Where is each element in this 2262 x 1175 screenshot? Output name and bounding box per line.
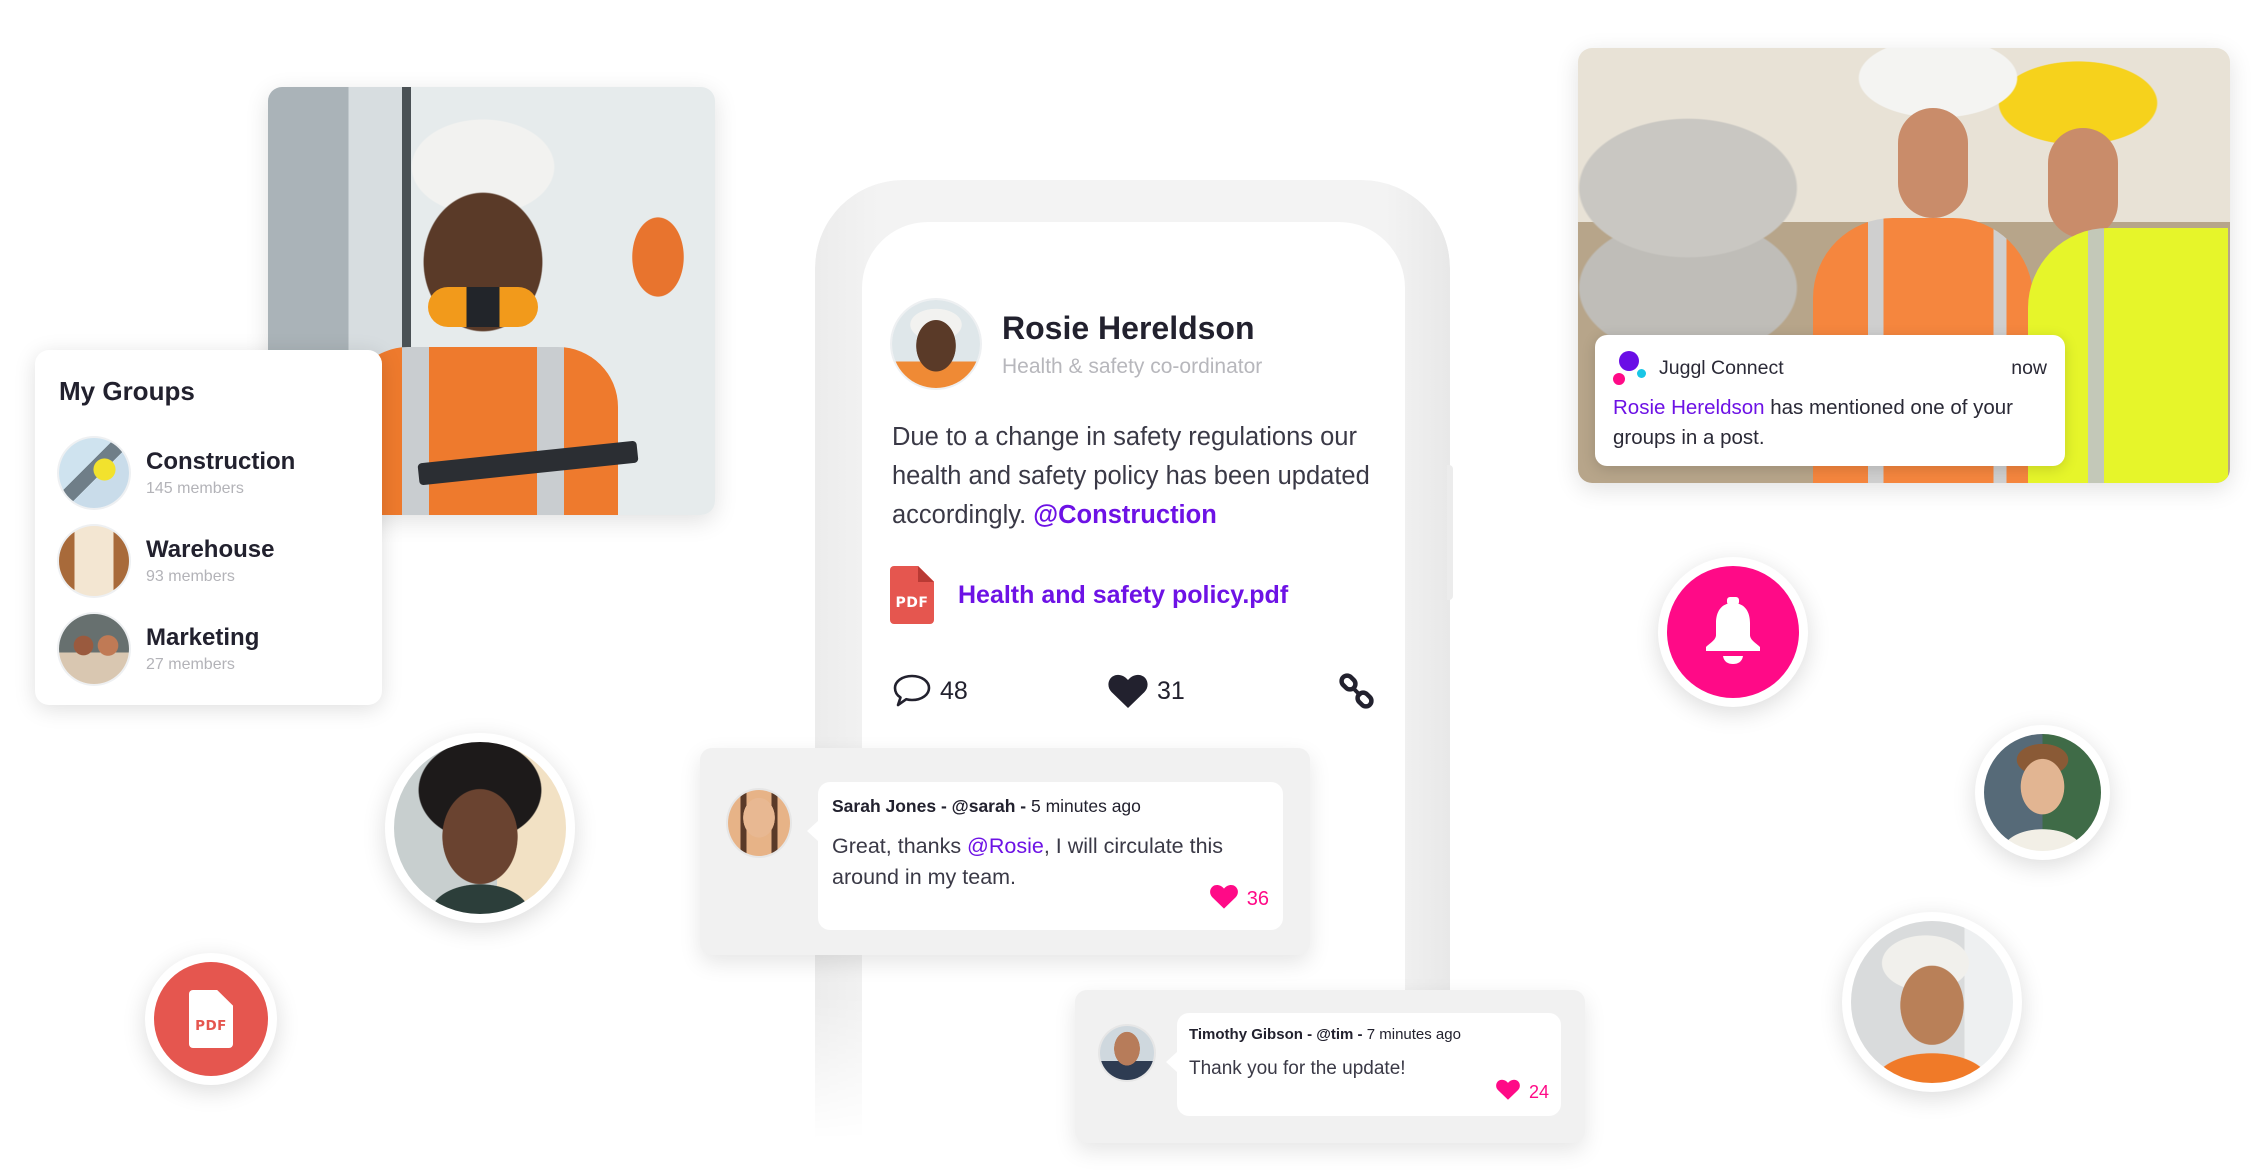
comment-like-button[interactable]: 36 <box>1209 883 1269 916</box>
copy-link-button[interactable] <box>1337 672 1377 712</box>
comment-time: 5 minutes ago <box>1030 796 1141 816</box>
group-member-count: 145 members <box>146 479 244 497</box>
bell-icon <box>1700 595 1766 670</box>
comment-count: 48 <box>940 676 968 705</box>
user-mention-link[interactable]: @Rosie <box>967 834 1044 858</box>
group-item-construction[interactable]: Construction 145 members <box>59 429 358 517</box>
pdf-document-button[interactable]: PDF <box>145 953 277 1085</box>
group-item-warehouse[interactable]: Warehouse 93 members <box>59 517 358 605</box>
earmuffs-shape <box>428 287 538 327</box>
group-name: Marketing <box>146 624 260 652</box>
group-member-count: 93 members <box>146 567 235 585</box>
safety-vest-shape <box>348 347 618 515</box>
group-name: Warehouse <box>146 536 275 564</box>
post-header: Rosie Hereldson Health & safety co-ordin… <box>892 300 1262 388</box>
user-avatar-woman[interactable] <box>385 733 575 923</box>
comment-like-count: 36 <box>1246 888 1269 910</box>
commenter-name[interactable]: Sarah Jones <box>832 796 936 816</box>
comment-bubble: Sarah Jones - @sarah - 5 minutes ago Gre… <box>807 782 1283 930</box>
post-actions: 48 31 <box>892 672 1382 714</box>
push-notification[interactable]: Juggl Connect now Rosie Hereldson has me… <box>1595 335 2065 466</box>
like-count: 31 <box>1157 676 1185 705</box>
pdf-file-icon: PDF <box>890 566 934 624</box>
commenter-handle[interactable]: @tim <box>1316 1026 1353 1043</box>
link-icon <box>1337 672 1377 712</box>
notification-app-name: Juggl Connect <box>1659 356 1784 379</box>
notifications-bell-button[interactable] <box>1658 557 1808 707</box>
comment-text: Great, thanks @Rosie, I will circulate t… <box>832 834 1224 889</box>
speech-bubble-icon <box>892 672 932 710</box>
comment-card: Sarah Jones - @sarah - 5 minutes ago Gre… <box>700 748 1310 955</box>
group-avatar <box>59 614 129 684</box>
group-mention-link[interactable]: @Construction <box>1033 501 1217 529</box>
commenter-handle[interactable]: @sarah <box>952 796 1016 816</box>
heart-icon <box>1209 883 1239 916</box>
heart-icon <box>1107 672 1149 710</box>
post-author-role: Health & safety co-ordinator <box>1002 354 1263 378</box>
commenter-avatar[interactable] <box>728 790 790 856</box>
user-avatar-hardhat-worker[interactable] <box>1842 912 2022 1092</box>
notification-time: now <box>2011 356 2047 379</box>
juggl-logo-icon <box>1613 351 1649 385</box>
post-author-name[interactable]: Rosie Hereldson <box>1002 310 1262 347</box>
author-avatar[interactable] <box>892 300 980 388</box>
pdf-attachment[interactable]: PDF Health and safety policy.pdf <box>890 566 1288 624</box>
comments-button[interactable]: 48 <box>892 672 968 710</box>
group-item-marketing[interactable]: Marketing 27 members <box>59 605 358 693</box>
group-avatar <box>59 438 129 508</box>
post-body: Due to a change in safety regulations ou… <box>892 418 1382 535</box>
my-groups-card: My Groups Construction 145 members Wareh… <box>35 350 382 705</box>
attachment-filename[interactable]: Health and safety policy.pdf <box>958 581 1288 610</box>
comment-meta: Timothy Gibson - @tim - 7 minutes ago <box>1189 1026 1461 1043</box>
comment-bubble: Timothy Gibson - @tim - 7 minutes ago Th… <box>1166 1013 1561 1116</box>
commenter-avatar[interactable] <box>1100 1026 1154 1080</box>
comment-meta: Sarah Jones - @sarah - 5 minutes ago <box>832 796 1141 816</box>
my-groups-title: My Groups <box>59 376 195 406</box>
notification-message: Rosie Hereldson has mentioned one of you… <box>1613 396 2014 449</box>
group-member-count: 27 members <box>146 655 235 673</box>
comment-like-count: 24 <box>1528 1081 1549 1102</box>
pdf-file-icon: PDF <box>189 990 233 1048</box>
heart-icon <box>1495 1078 1521 1106</box>
user-avatar-man[interactable] <box>1975 725 2110 860</box>
notification-user-link[interactable]: Rosie Hereldson <box>1613 396 1765 419</box>
phone-side-button <box>1447 465 1453 600</box>
commenter-name[interactable]: Timothy Gibson <box>1189 1026 1303 1043</box>
comment-like-button[interactable]: 24 <box>1495 1078 1549 1106</box>
group-avatar <box>59 526 129 596</box>
comment-time: 7 minutes ago <box>1366 1026 1461 1043</box>
like-button[interactable]: 31 <box>1107 672 1185 710</box>
comment-card: Timothy Gibson - @tim - 7 minutes ago Th… <box>1075 990 1585 1143</box>
group-name: Construction <box>146 448 296 476</box>
